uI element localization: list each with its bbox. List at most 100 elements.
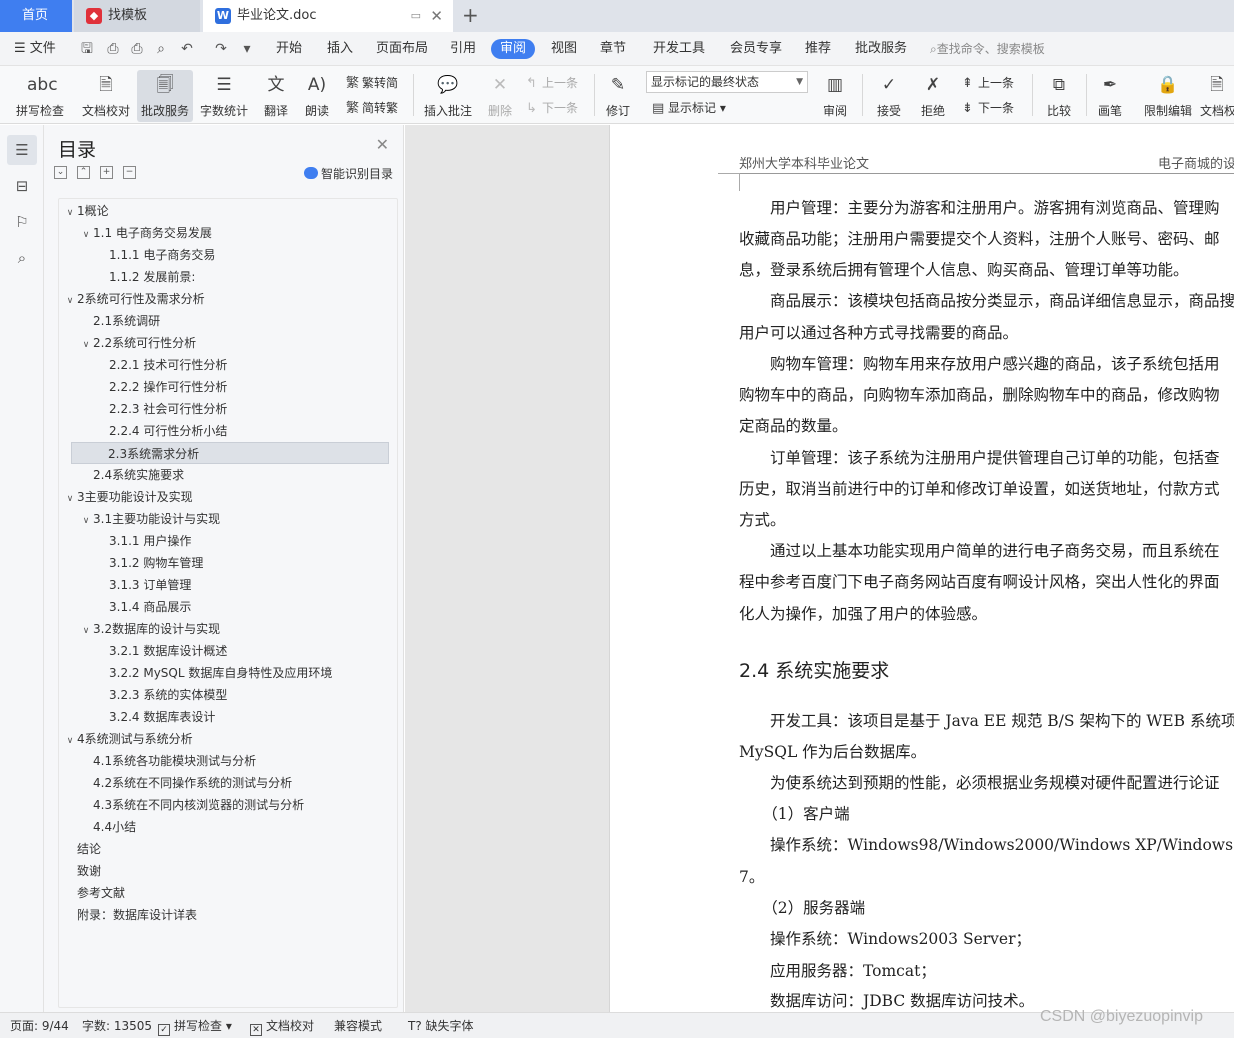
insert-comment-button[interactable]: 💬 插入批注 <box>420 70 476 122</box>
toc-item[interactable]: ∨ 2.2系统可行性分析 <box>59 332 377 354</box>
reject-button[interactable]: ✗ 拒绝 <box>914 70 952 122</box>
chevron-down-icon[interactable]: ∨ <box>63 488 77 510</box>
prev-comment-button[interactable]: ↰ 上一条 <box>526 72 578 94</box>
toc-item[interactable]: 3.2.1 数据库设计概述 <box>59 640 377 662</box>
chapter-nav-icon[interactable]: ⊟ <box>7 171 37 201</box>
collapse-all-icon[interactable]: ⌃ <box>77 166 90 179</box>
remove-level-icon[interactable]: − <box>123 166 136 179</box>
toc-item[interactable]: 2.2.2 操作可行性分析 <box>59 376 377 398</box>
toc-item[interactable]: 2.3系统需求分析 <box>71 442 389 464</box>
menu-review[interactable]: 审阅 <box>491 39 536 59</box>
chevron-down-icon[interactable]: ∨ <box>79 334 93 356</box>
toc-item[interactable]: 4.4小结 <box>59 816 377 838</box>
tab-templates[interactable]: ◆ 找模板 <box>74 0 200 32</box>
compare-button[interactable]: ⧉ 比较 <box>1040 70 1078 122</box>
toc-item[interactable]: 2.1系统调研 <box>59 310 377 332</box>
menu-correction[interactable]: 批改服务 <box>855 32 907 66</box>
toc-item[interactable]: 3.2.4 数据库表设计 <box>59 706 377 728</box>
save-icon[interactable]: 🖫 <box>78 40 96 58</box>
show-marks-button[interactable]: ▤ 显示标记 ▾ <box>652 97 726 119</box>
toc-item[interactable]: 3.1.3 订单管理 <box>59 574 377 596</box>
translate-button[interactable]: 文翻译 <box>256 70 296 122</box>
toc-item[interactable]: ∨ 2系统可行性及需求分析 <box>59 288 377 310</box>
toc-panel-icon[interactable]: ☰ <box>7 135 37 165</box>
menu-view[interactable]: 视图 <box>551 32 577 66</box>
toc-item[interactable]: 附录：数据库设计详表 <box>59 904 377 926</box>
markup-state-select[interactable]: 显示标记的最终状态 ▼ <box>646 71 808 93</box>
toc-item[interactable]: 1.1.2 发展前景: <box>59 266 377 288</box>
next-change-button[interactable]: ⇟ 下一条 <box>962 97 1014 119</box>
toc-item[interactable]: 2.4系统实施要求 <box>59 464 377 486</box>
search-icon[interactable]: ⌕ <box>7 243 37 273</box>
chevron-down-icon[interactable]: ∨ <box>79 224 93 246</box>
preview-icon[interactable]: ⌕ <box>152 40 170 58</box>
toc-item[interactable]: 3.1.1 用户操作 <box>59 530 377 552</box>
print-icon[interactable]: ⎙ <box>128 40 146 58</box>
toc-item[interactable]: ∨ 3.2数据库的设计与实现 <box>59 618 377 640</box>
chevron-down-icon[interactable]: ∨ <box>63 730 77 752</box>
toc-item[interactable]: 4.3系统在不同内核浏览器的测试与分析 <box>59 794 377 816</box>
more-icon[interactable]: ▾ <box>238 40 256 58</box>
wordcount-button[interactable]: ☰ 字数统计 <box>197 70 251 122</box>
toc-item[interactable]: 致谢 <box>59 860 377 882</box>
menu-references[interactable]: 引用 <box>450 32 476 66</box>
menu-member[interactable]: 会员专享 <box>730 32 782 66</box>
restrict-edit-button[interactable]: 🔒 限制编辑 <box>1140 70 1196 122</box>
spellcheck-button[interactable]: abc 拼写检查 <box>8 70 72 122</box>
review-service-button[interactable]: 🗐 批改服务 <box>137 70 193 122</box>
menu-developer[interactable]: 开发工具 <box>653 32 705 66</box>
toc-item[interactable]: 3.2.3 系统的实体模型 <box>59 684 377 706</box>
new-tab-icon[interactable]: + <box>462 0 479 32</box>
next-comment-button[interactable]: ↳ 下一条 <box>526 97 578 119</box>
toc-item[interactable]: 2.2.1 技术可行性分析 <box>59 354 377 376</box>
proofread-status[interactable]: ✕ 文档校对 <box>250 1013 314 1038</box>
toc-item[interactable]: 2.2.3 社会可行性分析 <box>59 398 377 420</box>
toc-item[interactable]: 4.1系统各功能模块测试与分析 <box>59 750 377 772</box>
toc-item[interactable]: 参考文献 <box>59 882 377 904</box>
command-search[interactable]: ⌕查找命令、搜索模板 <box>930 32 1045 66</box>
toc-item[interactable]: 3.2.2 MySQL 数据库自身特性及应用环境 <box>59 662 377 684</box>
tab-home[interactable]: 首页 <box>0 0 72 32</box>
toc-item[interactable]: ∨ 1概论 <box>59 200 377 222</box>
accept-button[interactable]: ✓ 接受 <box>870 70 908 122</box>
toc-item[interactable]: ∨ 3主要功能设计及实现 <box>59 486 377 508</box>
tab-document[interactable]: W 毕业论文.doc ▭ ✕ <box>203 0 453 32</box>
review-pane-button[interactable]: ▥ 审阅 <box>816 70 854 122</box>
bookmark-icon[interactable]: ⚐ <box>7 207 37 237</box>
trad-to-simp-button[interactable]: 繁繁转简 <box>346 72 398 94</box>
chevron-down-icon[interactable]: ∨ <box>63 290 77 312</box>
toc-item[interactable]: ∨ 3.1主要功能设计与实现 <box>59 508 377 530</box>
window-icon[interactable]: ▭ <box>411 0 421 32</box>
menu-recommend[interactable]: 推荐 <box>805 32 831 66</box>
track-changes-button[interactable]: ✎ 修订 <box>600 70 636 122</box>
pen-button[interactable]: ✒ 画笔 <box>1093 70 1127 122</box>
menu-insert[interactable]: 插入 <box>327 32 353 66</box>
delete-comment-button[interactable]: ✕ 删除 <box>481 70 519 122</box>
close-icon[interactable]: ✕ <box>430 0 443 32</box>
menu-chapter[interactable]: 章节 <box>600 32 626 66</box>
chevron-down-icon[interactable]: ∨ <box>63 202 77 224</box>
toc-item[interactable]: ∨ 1.1 电子商务交易发展 <box>59 222 377 244</box>
document-page[interactable]: 郑州大学本科毕业论文 电子商城的设计 用户管理：主要分为游客和注册用户。游客拥有… <box>609 125 1234 1012</box>
undo-icon[interactable]: ↶ <box>178 40 196 58</box>
simp-to-trad-button[interactable]: 繁简转繁 <box>346 97 398 119</box>
toc-item[interactable]: 3.1.4 商品展示 <box>59 596 377 618</box>
smart-toc-button[interactable]: 智能识别目录 <box>303 165 393 182</box>
toc-item[interactable]: 2.2.4 可行性分析小结 <box>59 420 377 442</box>
chevron-down-icon[interactable]: ∨ <box>79 510 93 532</box>
export-icon[interactable]: ⎙ <box>104 40 122 58</box>
spellcheck-status[interactable]: ✓ 拼写检查 ▾ <box>158 1013 232 1038</box>
page-indicator[interactable]: 页面: 9/44 <box>10 1013 69 1038</box>
word-count[interactable]: 字数: 13505 <box>82 1013 152 1038</box>
add-level-icon[interactable]: + <box>100 166 113 179</box>
close-icon[interactable]: ✕ <box>376 135 389 154</box>
missing-font[interactable]: T? 缺失字体 <box>408 1013 474 1038</box>
file-menu[interactable]: ☰ 文件 <box>14 32 56 66</box>
expand-all-icon[interactable]: ⌄ <box>54 166 67 179</box>
toc-item[interactable]: 3.1.2 购物车管理 <box>59 552 377 574</box>
toc-item[interactable]: ∨ 4系统测试与系统分析 <box>59 728 377 750</box>
doc-permission-button[interactable]: 🗎 文档权 <box>1200 70 1234 122</box>
toc-item[interactable]: 1.1.1 电子商务交易 <box>59 244 377 266</box>
toc-item[interactable]: 结论 <box>59 838 377 860</box>
prev-change-button[interactable]: ⇞ 上一条 <box>962 72 1014 94</box>
